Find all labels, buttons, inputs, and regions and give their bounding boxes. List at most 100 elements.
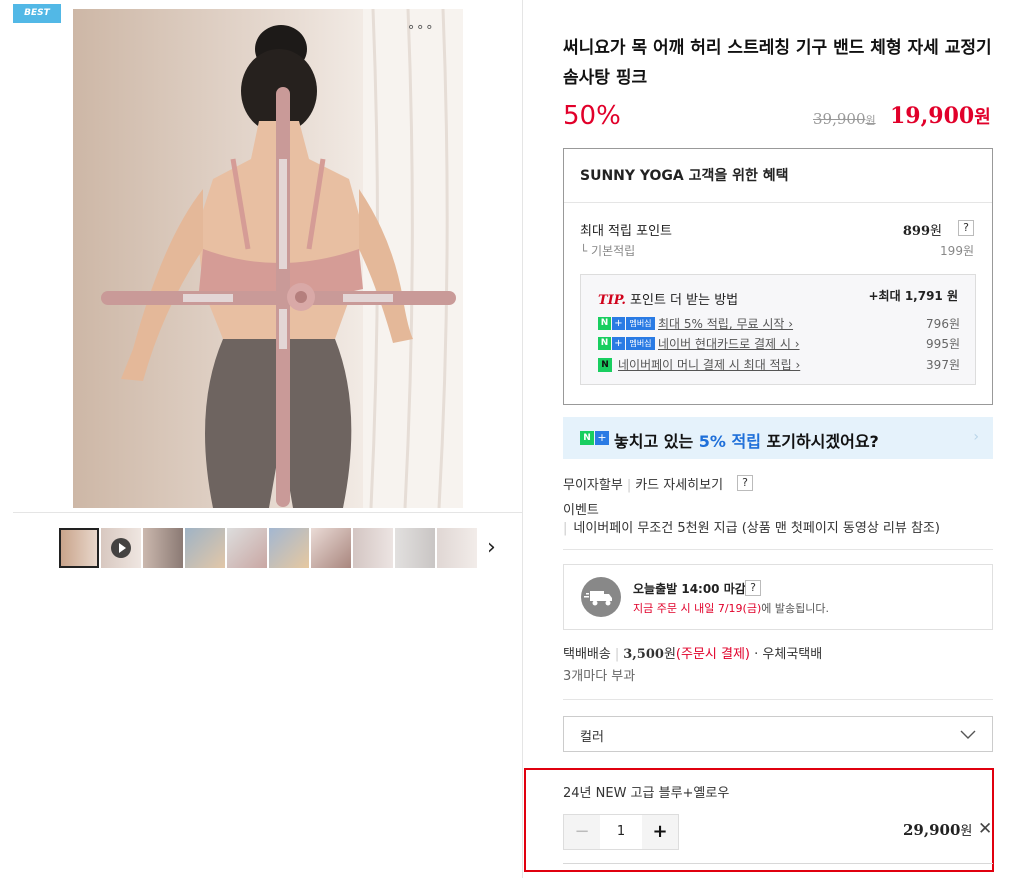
max-point-value: 899원 (903, 220, 942, 239)
delivery-method: 택배배송 (563, 647, 611, 662)
installment-row: 무이자할부 | 카드 자세히보기 (563, 478, 724, 493)
thumbnail-6[interactable] (269, 528, 309, 568)
product-gallery: BEST ∘∘∘ › (0, 0, 523, 878)
play-icon (111, 538, 131, 558)
membership-badge: 멤버십 (626, 337, 655, 350)
benefit-box: SUNNY YOGA 고객을 위한 혜택 최대 적립 포인트 899원 ? └ … (563, 148, 993, 405)
delivery-info: 택배배송 | 3,500원(주문시 결제) · 우체국택배 (563, 647, 823, 662)
plus-icon: + (612, 337, 625, 350)
divider (563, 549, 993, 550)
tip-row-membership[interactable]: N + 멤버십 최대 5% 적립, 무료 시작 › 796원 (598, 315, 960, 333)
product-main-image[interactable] (73, 9, 463, 508)
color-option-label: 컬러 (580, 730, 604, 745)
event-description: 네이버페이 무조건 5천원 지급 (상품 맨 첫페이지 동영상 리뷰 참조) (573, 521, 940, 536)
point-help-icon[interactable]: ? (958, 220, 974, 236)
naver-n-icon: N (580, 431, 594, 445)
tip-amount: 796원 (926, 317, 960, 331)
divider (563, 699, 993, 700)
banner-text-before: 놓치고 있는 (614, 432, 699, 451)
tip-row-hyundai-card[interactable]: N + 멤버십 네이버 현대카드로 결제 시 › 995원 (598, 335, 960, 353)
thumbnail-next-icon[interactable]: › (487, 535, 496, 560)
shipping-rest: 에 발송됩니다. (761, 602, 829, 615)
delivery-fee-note: (주문시 결제) (675, 647, 750, 662)
installment-help-icon[interactable]: ? (737, 475, 753, 491)
tip-row-npay-money[interactable]: N 네이버페이 머니 결제 시 최대 적립 › 397원 (598, 356, 960, 374)
delivery-fee-unit: 원 (663, 647, 676, 662)
banner-arrow-icon: › (973, 429, 979, 445)
option-price: 29,900원 (903, 820, 972, 839)
gallery-divider (13, 512, 522, 513)
sale-price: 19,900원 (890, 103, 991, 129)
thumbnail-9[interactable] (395, 528, 435, 568)
membership-banner[interactable]: N + 놓치고 있는 5% 적립 포기하시겠어요? › (563, 417, 993, 459)
tip-max-points: +최대 1,791 원 (868, 289, 959, 303)
thumbnail-3[interactable] (143, 528, 183, 568)
benefit-divider (564, 202, 992, 203)
thumbnail-8[interactable] (353, 528, 393, 568)
original-price: 39,900원 (813, 110, 876, 128)
selected-option-name: 24년 NEW 고급 블루+옐로우 (563, 786, 730, 801)
today-shipping-box: 오늘출발 14:00 마감 ? 지금 주문 시 내일 7/19(금)에 발송됩니… (563, 564, 993, 630)
base-point-value: 199원 (940, 244, 974, 258)
product-title: 써니요가 목 어깨 허리 스트레칭 기구 밴드 체형 자세 교정기 솜사탕 핑크 (563, 38, 992, 88)
thumbnail-4[interactable] (185, 528, 225, 568)
installment-label: 무이자할부 (563, 478, 623, 493)
more-options-icon[interactable]: ∘∘∘ (407, 20, 434, 35)
plus-icon: + (595, 431, 609, 445)
sale-price-unit: 원 (974, 107, 991, 128)
shipping-subtext: 지금 주문 시 내일 7/19(금)에 발송됩니다. (633, 600, 829, 616)
delivery-fee: 3,500 (623, 647, 664, 662)
chevron-down-icon (960, 730, 976, 739)
tip-text[interactable]: 최대 5% 적립, 무료 시작 › (658, 315, 793, 332)
banner-text-after: 포기하시겠어요? (760, 432, 879, 451)
delivery-bundle: 3개마다 부과 (563, 669, 636, 684)
event-text: | 네이버페이 무조건 5천원 지급 (상품 맨 첫페이지 동영상 리뷰 참조) (563, 521, 940, 536)
naver-n-icon: N (598, 337, 611, 350)
banner-text: 놓치고 있는 5% 적립 포기하시겠어요? (614, 428, 879, 452)
thumbnail-1[interactable] (59, 528, 99, 568)
sale-price-value: 19,900 (890, 103, 975, 129)
tip-text[interactable]: 네이버페이 머니 결제 시 최대 적립 › (618, 356, 800, 373)
plus-icon: + (612, 317, 625, 330)
discount-rate: 50% (563, 101, 621, 131)
max-point-unit: 원 (930, 224, 942, 239)
option-price-value: 29,900 (903, 821, 961, 839)
max-point-number: 899 (902, 224, 931, 239)
original-price-unit: 원 (865, 114, 876, 127)
shipping-help-icon[interactable]: ? (745, 580, 761, 596)
color-option-select[interactable]: 컬러 (563, 716, 993, 752)
tip-label-text: 포인트 더 받는 방법 (630, 293, 739, 308)
shipping-title: 오늘출발 14:00 마감 (633, 582, 746, 596)
quantity-increase-button[interactable]: + (642, 815, 678, 849)
tip-amount: 995원 (926, 337, 960, 351)
quantity-stepper: − 1 + (563, 814, 679, 850)
tip-label: TIP. 포인트 더 받는 방법 (598, 289, 738, 308)
truck-icon (581, 577, 621, 617)
best-badge: BEST (13, 4, 61, 23)
banner-highlight: 5% 적립 (698, 432, 761, 451)
thumbnail-10[interactable] (437, 528, 477, 568)
quantity-decrease-button[interactable]: − (564, 815, 600, 849)
remove-option-icon[interactable]: ✕ (978, 819, 992, 839)
divider (563, 863, 993, 864)
tip-box: TIP. 포인트 더 받는 방법 +최대 1,791 원 N + 멤버십 최대 … (580, 274, 976, 385)
delivery-carrier: · 우체국택배 (754, 647, 823, 662)
max-point-label: 최대 적립 포인트 (580, 224, 672, 239)
benefit-title: SUNNY YOGA 고객을 위한 혜택 (580, 168, 789, 184)
thumbnail-2-video[interactable] (101, 528, 141, 568)
thumbnail-7[interactable] (311, 528, 351, 568)
stretching-device-photo (101, 9, 463, 508)
thumbnail-5[interactable] (227, 528, 267, 568)
tip-amount: 397원 (926, 358, 960, 372)
shipping-date: 지금 주문 시 내일 7/19(금) (633, 602, 762, 615)
event-label: 이벤트 (563, 503, 599, 518)
original-price-value: 39,900 (813, 110, 866, 128)
card-detail-link[interactable]: 카드 자세히보기 (635, 478, 723, 493)
option-price-unit: 원 (960, 824, 973, 839)
tip-prefix: TIP. (598, 293, 626, 308)
base-point-label: └ 기본적립 (580, 244, 636, 258)
naver-n-icon: N (598, 317, 611, 330)
membership-badge: 멤버십 (626, 317, 655, 330)
quantity-input[interactable]: 1 (600, 815, 642, 849)
tip-text[interactable]: 네이버 현대카드로 결제 시 › (658, 335, 800, 352)
